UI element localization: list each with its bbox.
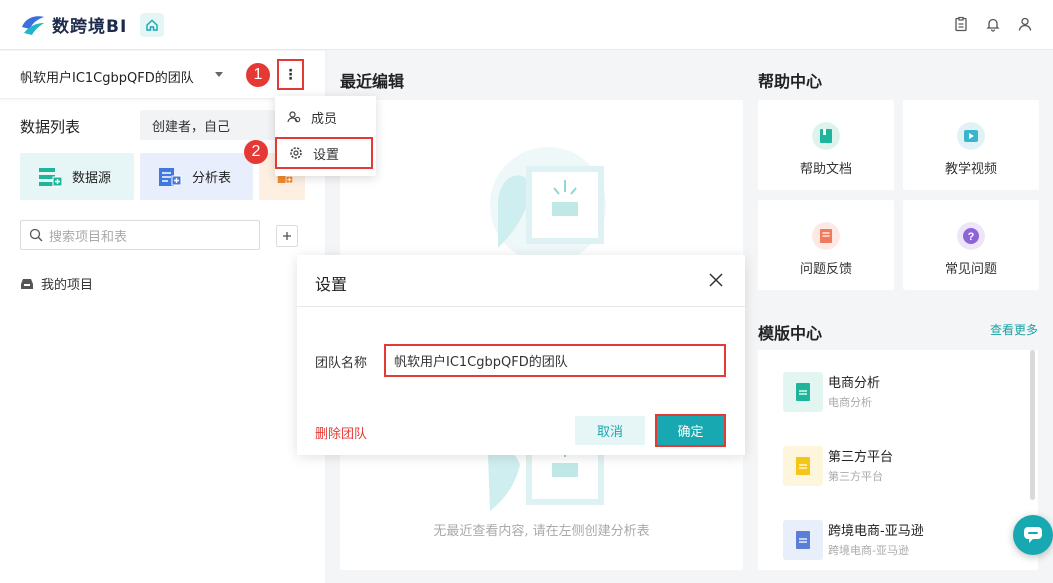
- app-logo[interactable]: 数跨境BI: [20, 12, 127, 37]
- close-icon[interactable]: [709, 273, 723, 287]
- logo-icon: [22, 15, 44, 35]
- template-doc-icon: [783, 446, 823, 486]
- add-button[interactable]: [276, 225, 298, 247]
- clipboard-icon[interactable]: [953, 16, 969, 32]
- template-subtitle: 电商分析: [828, 396, 872, 409]
- team-name-input[interactable]: [384, 344, 726, 377]
- template-item[interactable]: 电商分析 电商分析: [783, 372, 880, 412]
- template-doc-icon: [783, 372, 823, 412]
- menu-item-settings[interactable]: 设置: [275, 137, 373, 169]
- my-projects-item[interactable]: 我的项目: [20, 274, 93, 293]
- question-icon: ?: [957, 222, 985, 250]
- template-item[interactable]: 第三方平台 第三方平台: [783, 446, 893, 486]
- video-icon: [957, 122, 985, 150]
- template-item[interactable]: 跨境电商-亚马逊 跨境电商-亚马逊: [783, 520, 924, 560]
- inbox-icon: [21, 278, 33, 289]
- app-title: 数跨境BI: [52, 17, 128, 37]
- faq-label: 常见问题: [944, 262, 997, 277]
- video-tutorial-tile[interactable]: 教学视频: [903, 100, 1039, 190]
- view-more-link[interactable]: 查看更多: [990, 321, 1038, 338]
- chat-icon: [1024, 527, 1042, 543]
- home-button[interactable]: [140, 13, 164, 37]
- my-projects-label: 我的项目: [41, 278, 94, 293]
- new-datasource-tile[interactable]: 数据源: [20, 153, 134, 200]
- step-badge-1: 1: [246, 63, 270, 87]
- delete-team-link[interactable]: 删除团队: [315, 423, 367, 442]
- feedback-icon: [812, 222, 840, 250]
- feedback-label: 问题反馈: [799, 262, 852, 277]
- help-docs-tile[interactable]: 帮助文档: [758, 100, 894, 190]
- data-list-title: 数据列表: [20, 118, 81, 136]
- bell-icon[interactable]: [985, 16, 1001, 32]
- feedback-tile[interactable]: 问题反馈: [758, 200, 894, 290]
- more-options-button[interactable]: ⋮: [277, 59, 304, 90]
- faq-tile[interactable]: ? 常见问题: [903, 200, 1039, 290]
- dialog-title: 设置: [315, 275, 348, 294]
- settings-dialog: 设置 团队名称 删除团队 取消 确定: [297, 255, 745, 455]
- creator-filter[interactable]: 创建者，自己: [140, 110, 280, 140]
- help-docs-label: 帮助文档: [799, 162, 852, 177]
- members-icon: [287, 111, 301, 123]
- gear-icon: [290, 147, 302, 159]
- tile-label: 数据源: [72, 171, 112, 186]
- table-add-icon: [159, 167, 182, 186]
- menu-item-members[interactable]: 成员: [275, 101, 376, 133]
- search-placeholder: 搜索项目和表: [49, 229, 128, 245]
- chat-support-button[interactable]: [1013, 515, 1053, 555]
- empty-hint: 无最近查看内容, 请在左侧创建分析表: [433, 524, 650, 539]
- template-scrollbar[interactable]: [1030, 350, 1035, 500]
- caret-down-icon[interactable]: [215, 72, 223, 77]
- home-icon: [146, 19, 158, 31]
- tile-label: 分析表: [192, 171, 232, 186]
- menu-item-label: 设置: [313, 147, 340, 163]
- new-analysis-table-tile[interactable]: 分析表: [140, 153, 253, 200]
- recent-edits-title: 最近编辑: [340, 72, 405, 91]
- template-doc-icon: [783, 520, 823, 560]
- video-tutorial-label: 教学视频: [944, 162, 997, 177]
- template-name: 电商分析: [828, 376, 881, 391]
- team-name-label: 团队名称: [315, 356, 368, 371]
- document-icon: [812, 122, 840, 150]
- template-subtitle: 跨境电商-亚马逊: [828, 544, 909, 557]
- svg-text:?: ?: [968, 231, 975, 243]
- confirm-button[interactable]: 确定: [655, 414, 726, 447]
- team-options-menu: 成员 设置: [275, 96, 376, 176]
- template-name: 第三方平台: [828, 450, 894, 465]
- plus-icon: [283, 232, 291, 240]
- datasource-add-icon: [39, 167, 62, 186]
- menu-item-label: 成员: [311, 111, 338, 127]
- cancel-button[interactable]: 取消: [575, 416, 645, 445]
- top-header: 数跨境BI: [0, 0, 1053, 50]
- help-center-title: 帮助中心: [758, 72, 823, 91]
- user-icon[interactable]: [1017, 16, 1033, 32]
- search-input[interactable]: 搜索项目和表: [20, 220, 260, 250]
- team-name[interactable]: 帆软用户IC1CgbpQFD的团队: [20, 67, 194, 86]
- dialog-divider: [297, 306, 745, 307]
- template-center-title: 模版中心: [758, 324, 823, 343]
- search-icon: [29, 228, 43, 242]
- template-list: 电商分析 电商分析 第三方平台 第三方平台 跨境电商-亚马逊 跨境电商-亚马逊: [758, 350, 1038, 570]
- template-subtitle: 第三方平台: [828, 470, 883, 483]
- step-badge-2: 2: [244, 140, 268, 164]
- template-name: 跨境电商-亚马逊: [828, 524, 924, 539]
- empty-state-illustration-lower: [488, 445, 604, 511]
